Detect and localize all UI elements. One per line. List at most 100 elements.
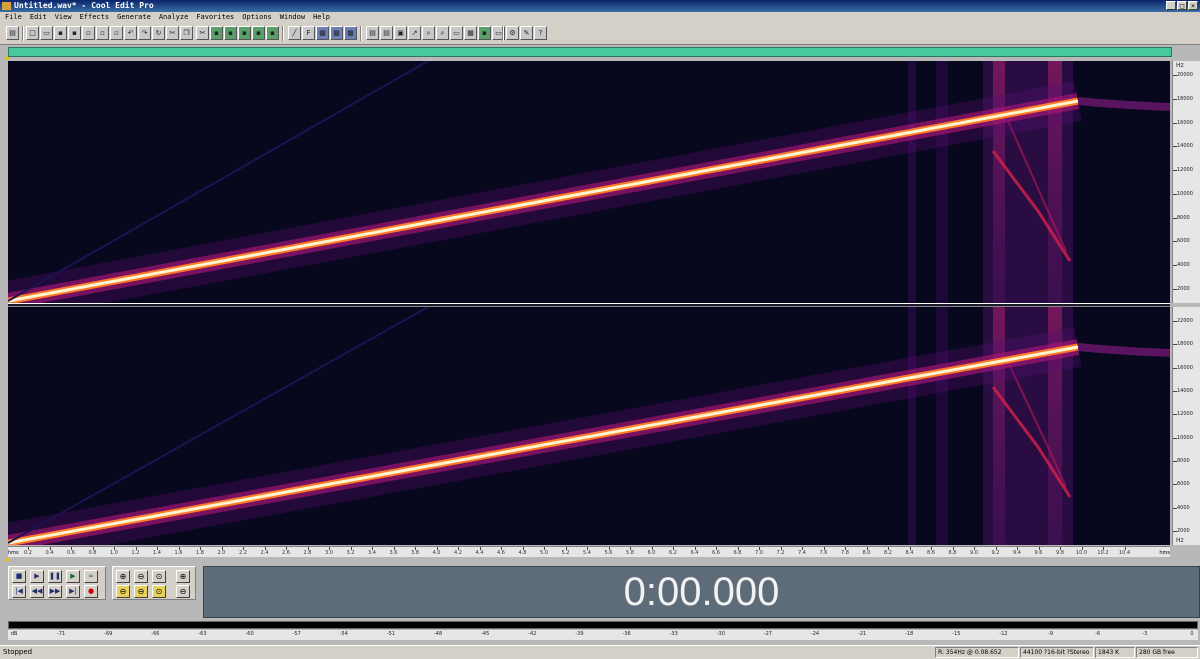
window-title: Untitled.wav* - Cool Edit Pro [14,1,154,10]
time-label: 0.4 [45,550,54,556]
go-to-start-button[interactable]: |◀ [12,585,26,598]
time-label: 9.2 [991,550,1000,556]
time-label: 3.8 [411,550,419,556]
menu-effects[interactable]: Effects [80,12,110,23]
snap-icon[interactable]: ▤ [366,26,379,40]
snap-cue-icon[interactable]: ▣ [394,26,407,40]
new-file-icon[interactable]: □ [26,26,39,40]
time-label: 0.2 [24,550,32,556]
spectrogram-left-channel[interactable] [8,61,1170,303]
copy-icon[interactable]: ❐ [180,26,193,40]
mix-paste-icon[interactable]: ▫ [110,26,123,40]
level-label: -18 [905,631,914,637]
save-as-icon[interactable]: ▪ [68,26,81,40]
end-marker-icon[interactable] [4,557,10,561]
find-beats-icon[interactable]: ⌕ [422,26,435,40]
time-label: 0.8 [88,550,97,556]
frequency-label: 4000 [1177,262,1190,269]
info-icon[interactable]: ▦ [464,26,477,40]
zoom-in-vertical-icon[interactable]: ⊕ [176,570,190,583]
maximize-button[interactable]: □ [1177,1,1187,10]
menu-view[interactable]: View [55,12,72,23]
fast-forward-button[interactable]: ▶▶ [48,585,62,598]
trim-icon[interactable]: ▪ [252,26,265,40]
time-label: 7.6 [819,550,828,556]
repeat-icon[interactable]: ↻ [152,26,165,40]
time-ruler[interactable]: hms hms 0.2 0.4 0.6 0.8 1.0 1.2 1.4 1.6 1.8 2.0 2.… [8,546,1170,557]
rewind-button[interactable]: ◀◀ [30,585,44,598]
level-meter[interactable] [8,621,1198,629]
multitrack-view-button[interactable]: ▤ [6,26,19,40]
level-label: -39 [575,631,584,637]
menu-generate[interactable]: Generate [117,12,151,23]
menu-edit[interactable]: Edit [30,12,47,23]
menu-help[interactable]: Help [313,12,330,23]
play-list-icon[interactable]: ▭ [450,26,463,40]
time-label: 9.0 [970,550,978,556]
play-to-end-button[interactable]: ▶ [66,570,80,583]
level-label: -30 [716,631,725,637]
record-button[interactable]: ● [84,585,98,598]
scissors-icon[interactable]: ✂ [196,26,209,40]
time-label: 6.0 [647,550,656,556]
zoom-selection-icon[interactable]: ⊙ [152,585,166,598]
frequency-ruler-right[interactable]: Hz 22000 18000 16000 14000 12000 10000 8000 600… [1172,307,1200,545]
menu-analyze[interactable]: Analyze [159,12,189,23]
menu-file[interactable]: File [5,12,22,23]
waveform-view-icon[interactable]: ╱ [288,26,301,40]
spectrogram-right-channel[interactable] [8,307,1170,545]
frequency-ruler-left[interactable]: Hz 20000 18000 16000 14000 12000 10000 8000 600… [1172,61,1200,303]
pause-button[interactable]: ❚❚ [48,570,62,583]
mix-icon[interactable]: ▪ [238,26,251,40]
play-button[interactable]: ▶ [30,570,44,583]
settings-icon[interactable]: ⚙ [506,26,519,40]
delete-silence-icon[interactable]: ▪ [266,26,279,40]
spectral-phase-icon[interactable]: ▦ [344,26,357,40]
time-label: 8.6 [927,550,935,556]
undo-icon[interactable]: ↶ [124,26,137,40]
time-label: 4.2 [454,550,462,556]
frequency-label: 2000 [1177,528,1190,534]
cue-list-icon[interactable]: ⌕ [436,26,449,40]
options-icon[interactable]: ✎ [520,26,533,40]
frequency-label: 14000 [1177,388,1193,394]
level-label: -21 [858,631,867,637]
go-to-end-button[interactable]: ▶| [66,585,80,598]
frequency-view-icon[interactable]: F [302,26,315,40]
spectral-pan-icon[interactable]: ▦ [330,26,343,40]
zoom-right-icon[interactable]: ⊖ [134,585,148,598]
paste-icon[interactable]: ▪ [210,26,223,40]
time-label: 2.4 [260,550,269,556]
open-file-icon[interactable]: ▭ [40,26,53,40]
zoom-full-icon[interactable]: ⊙ [152,570,166,583]
redo-icon[interactable]: ↷ [138,26,151,40]
spectral-view-icon[interactable]: ▦ [316,26,329,40]
time-label: 2.0 [217,550,226,556]
minimize-button[interactable]: _ [1166,1,1176,10]
zoom-in-horizontal-icon[interactable]: ⊕ [116,570,130,583]
level-label: -9 [1048,631,1054,637]
spectral-noise-band [936,61,948,303]
loop-button[interactable]: ∞ [84,570,98,583]
zoom-out-vertical-icon[interactable]: ⊖ [176,585,190,598]
menu-window[interactable]: Window [280,12,305,23]
paste-new-icon[interactable]: ▪ [224,26,237,40]
cut-icon[interactable]: ✂ [166,26,179,40]
frequency-label: 16000 [1177,119,1193,126]
close-button[interactable]: × [1188,1,1198,10]
batch-icon[interactable]: ▪ [478,26,491,40]
help-icon[interactable]: ? [534,26,547,40]
save-icon[interactable]: ▪ [54,26,67,40]
snap-zero-icon[interactable]: ↗ [408,26,421,40]
zoom-left-icon[interactable]: ⊖ [116,585,130,598]
snap-ruler-icon[interactable]: ▤ [380,26,393,40]
zoom-out-horizontal-icon[interactable]: ⊖ [134,570,148,583]
time-label: 8.0 [862,550,871,556]
stop-button[interactable]: ■ [12,570,26,583]
frequency-label: 6000 [1177,481,1190,488]
waveform-overview-bar[interactable] [8,47,1172,57]
close-file-icon[interactable]: ▫ [82,26,95,40]
menu-options[interactable]: Options [242,12,272,23]
print-icon[interactable]: ▫ [96,26,109,40]
menu-favorites[interactable]: Favorites [196,12,234,23]
